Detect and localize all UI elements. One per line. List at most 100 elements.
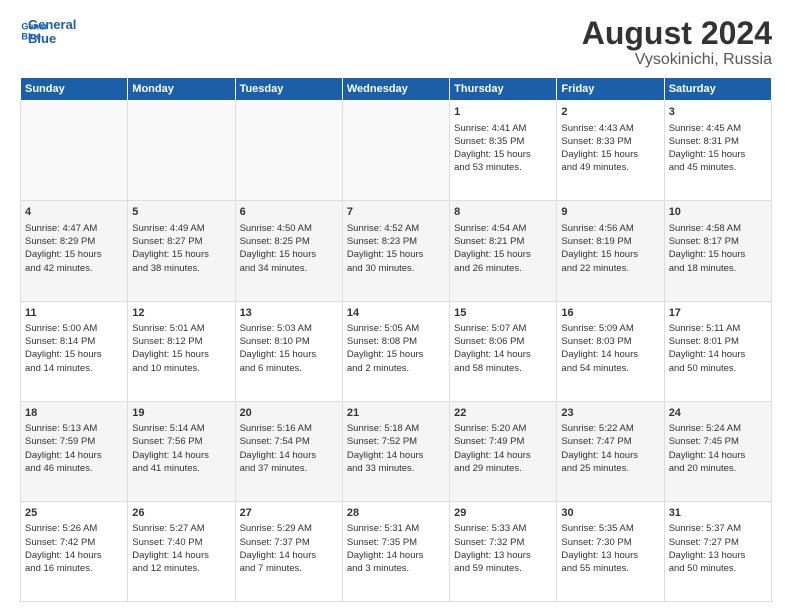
day-number: 11 (25, 306, 123, 321)
day-info-line: Sunset: 8:03 PM (561, 335, 659, 348)
day-number: 18 (25, 406, 123, 421)
day-number: 4 (25, 205, 123, 220)
day-info-line: Sunrise: 4:50 AM (240, 222, 338, 235)
day-info-line: Daylight: 14 hours (240, 449, 338, 462)
cell-week2-day7: 10Sunrise: 4:58 AMSunset: 8:17 PMDayligh… (664, 201, 771, 301)
day-info-line: Sunset: 7:32 PM (454, 536, 552, 549)
day-number: 27 (240, 506, 338, 521)
day-number: 2 (561, 105, 659, 120)
week-row-4: 18Sunrise: 5:13 AMSunset: 7:59 PMDayligh… (21, 401, 772, 501)
day-info-line: and 45 minutes. (669, 161, 767, 174)
cell-week5-day1: 25Sunrise: 5:26 AMSunset: 7:42 PMDayligh… (21, 501, 128, 601)
col-header-friday: Friday (557, 78, 664, 101)
day-info-line: and 38 minutes. (132, 262, 230, 275)
cell-week2-day2: 5Sunrise: 4:49 AMSunset: 8:27 PMDaylight… (128, 201, 235, 301)
day-info-line: Sunrise: 4:52 AM (347, 222, 445, 235)
day-number: 24 (669, 406, 767, 421)
week-row-2: 4Sunrise: 4:47 AMSunset: 8:29 PMDaylight… (21, 201, 772, 301)
cell-week3-day5: 15Sunrise: 5:07 AMSunset: 8:06 PMDayligh… (450, 301, 557, 401)
cell-week1-day3 (235, 101, 342, 201)
day-info-line: and 34 minutes. (240, 262, 338, 275)
day-info-line: Sunset: 8:01 PM (669, 335, 767, 348)
day-number: 23 (561, 406, 659, 421)
day-info-line: Daylight: 14 hours (454, 348, 552, 361)
day-info-line: Sunrise: 5:01 AM (132, 322, 230, 335)
day-info-line: Sunset: 8:14 PM (25, 335, 123, 348)
day-info-line: Sunrise: 5:11 AM (669, 322, 767, 335)
day-info-line: Sunrise: 5:18 AM (347, 422, 445, 435)
col-header-monday: Monday (128, 78, 235, 101)
day-info-line: Daylight: 15 hours (454, 248, 552, 261)
cell-week5-day5: 29Sunrise: 5:33 AMSunset: 7:32 PMDayligh… (450, 501, 557, 601)
cell-week2-day3: 6Sunrise: 4:50 AMSunset: 8:25 PMDaylight… (235, 201, 342, 301)
day-info-line: and 55 minutes. (561, 562, 659, 575)
day-info-line: Sunrise: 5:26 AM (25, 522, 123, 535)
day-number: 29 (454, 506, 552, 521)
cell-week3-day6: 16Sunrise: 5:09 AMSunset: 8:03 PMDayligh… (557, 301, 664, 401)
cell-week3-day7: 17Sunrise: 5:11 AMSunset: 8:01 PMDayligh… (664, 301, 771, 401)
day-number: 31 (669, 506, 767, 521)
day-info-line: Sunrise: 5:13 AM (25, 422, 123, 435)
day-info-line: Sunset: 7:42 PM (25, 536, 123, 549)
day-info-line: Sunset: 8:23 PM (347, 235, 445, 248)
day-info-line: and 53 minutes. (454, 161, 552, 174)
day-number: 13 (240, 306, 338, 321)
day-info-line: Sunrise: 4:41 AM (454, 122, 552, 135)
day-info-line: Daylight: 14 hours (561, 449, 659, 462)
day-info-line: and 10 minutes. (132, 362, 230, 375)
day-info-line: Sunset: 8:10 PM (240, 335, 338, 348)
day-number: 14 (347, 306, 445, 321)
day-number: 20 (240, 406, 338, 421)
day-info-line: Sunrise: 4:54 AM (454, 222, 552, 235)
day-number: 6 (240, 205, 338, 220)
cell-week4-day5: 22Sunrise: 5:20 AMSunset: 7:49 PMDayligh… (450, 401, 557, 501)
day-number: 3 (669, 105, 767, 120)
day-info-line: and 59 minutes. (454, 562, 552, 575)
day-info-line: Daylight: 14 hours (669, 449, 767, 462)
page: General Blue General Blue August 2024 Vy… (0, 0, 792, 612)
cell-week1-day7: 3Sunrise: 4:45 AMSunset: 8:31 PMDaylight… (664, 101, 771, 201)
day-info-line: and 26 minutes. (454, 262, 552, 275)
day-info-line: Sunset: 8:06 PM (454, 335, 552, 348)
cell-week2-day5: 8Sunrise: 4:54 AMSunset: 8:21 PMDaylight… (450, 201, 557, 301)
day-info-line: Sunrise: 5:37 AM (669, 522, 767, 535)
day-info-line: Sunrise: 5:35 AM (561, 522, 659, 535)
day-info-line: Sunrise: 5:09 AM (561, 322, 659, 335)
day-info-line: Daylight: 15 hours (669, 148, 767, 161)
day-info-line: Sunrise: 4:58 AM (669, 222, 767, 235)
calendar-table: SundayMondayTuesdayWednesdayThursdayFrid… (20, 77, 772, 602)
day-info-line: Daylight: 13 hours (669, 549, 767, 562)
day-info-line: Sunset: 8:31 PM (669, 135, 767, 148)
day-info-line: Sunrise: 5:31 AM (347, 522, 445, 535)
day-info-line: Sunrise: 5:05 AM (347, 322, 445, 335)
day-info-line: and 54 minutes. (561, 362, 659, 375)
day-number: 26 (132, 506, 230, 521)
col-header-tuesday: Tuesday (235, 78, 342, 101)
day-info-line: Sunset: 8:08 PM (347, 335, 445, 348)
day-info-line: and 22 minutes. (561, 262, 659, 275)
day-number: 30 (561, 506, 659, 521)
day-info-line: Daylight: 15 hours (454, 148, 552, 161)
day-info-line: Daylight: 15 hours (132, 348, 230, 361)
day-info-line: Sunset: 8:21 PM (454, 235, 552, 248)
day-info-line: and 16 minutes. (25, 562, 123, 575)
day-info-line: and 20 minutes. (669, 462, 767, 475)
day-info-line: Sunset: 7:56 PM (132, 435, 230, 448)
day-number: 1 (454, 105, 552, 120)
day-number: 9 (561, 205, 659, 220)
day-number: 12 (132, 306, 230, 321)
day-info-line: Sunrise: 5:07 AM (454, 322, 552, 335)
logo: General Blue General Blue (20, 16, 76, 47)
day-info-line: Sunset: 7:47 PM (561, 435, 659, 448)
day-info-line: Daylight: 15 hours (561, 248, 659, 261)
day-info-line: Daylight: 14 hours (669, 348, 767, 361)
cell-week5-day6: 30Sunrise: 5:35 AMSunset: 7:30 PMDayligh… (557, 501, 664, 601)
day-info-line: Sunset: 7:30 PM (561, 536, 659, 549)
col-header-thursday: Thursday (450, 78, 557, 101)
day-info-line: Daylight: 15 hours (132, 248, 230, 261)
day-info-line: and 25 minutes. (561, 462, 659, 475)
day-info-line: Sunset: 8:35 PM (454, 135, 552, 148)
cell-week1-day1 (21, 101, 128, 201)
day-info-line: and 7 minutes. (240, 562, 338, 575)
day-info-line: Sunset: 8:25 PM (240, 235, 338, 248)
